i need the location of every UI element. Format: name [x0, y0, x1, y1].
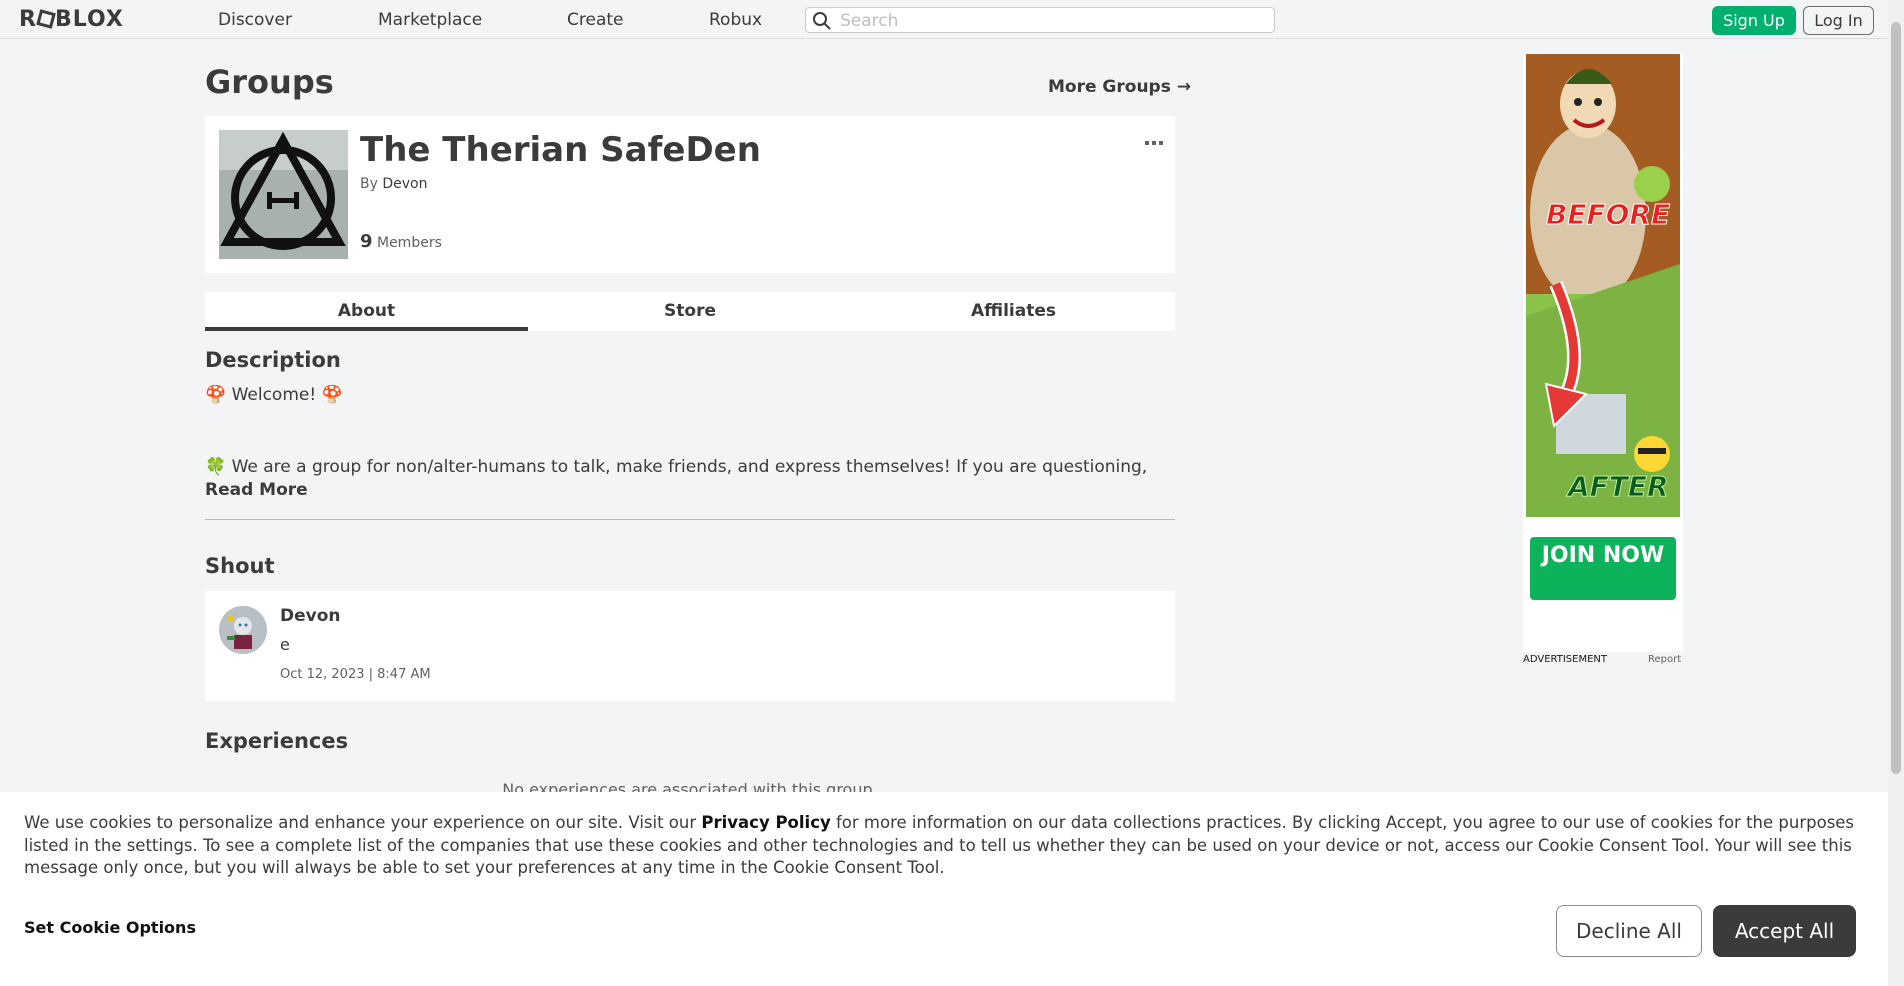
sign-up-button[interactable]: Sign Up — [1712, 6, 1796, 35]
page-title: Groups — [205, 63, 334, 101]
cookie-banner: We use cookies to personalize and enhanc… — [0, 792, 1888, 986]
report-ad-link[interactable]: Report — [1648, 654, 1681, 665]
ad-image: BEFORE AFTER — [1526, 54, 1680, 517]
group-owner-link[interactable]: Devon — [382, 176, 427, 192]
tab-about[interactable]: About — [205, 292, 528, 331]
experiences-heading: Experiences — [205, 729, 349, 753]
search-icon — [813, 12, 831, 30]
group-tabs: About Store Affiliates — [205, 292, 1175, 331]
search-input[interactable] — [838, 10, 1262, 32]
ellipsis-icon[interactable] — [1145, 132, 1163, 151]
member-count: 9 Members — [360, 231, 442, 252]
ad-after-text: AFTER — [1568, 470, 1670, 504]
shout-message: e — [280, 635, 290, 654]
shout-card: Devon e Oct 12, 2023 | 8:47 AM — [205, 591, 1175, 701]
log-in-button[interactable]: Log In — [1803, 6, 1874, 35]
tab-store[interactable]: Store — [528, 292, 852, 331]
ad-before-text: BEFORE — [1545, 198, 1671, 232]
read-more-link[interactable]: Read More — [205, 480, 308, 500]
avatar[interactable] — [219, 606, 267, 654]
privacy-policy-link[interactable]: Privacy Policy — [701, 813, 830, 832]
shout-heading: Shout — [205, 554, 275, 578]
nav-discover[interactable]: Discover — [218, 10, 292, 30]
advertisement[interactable]: BEFORE AFTER JOIN NOW — [1523, 54, 1683, 652]
description-line: 🍄 Welcome! 🍄 — [205, 385, 343, 405]
advertisement-label: ADVERTISEMENT — [1523, 654, 1608, 665]
more-groups-link[interactable]: More Groups → — [1048, 77, 1191, 97]
top-navigation: R BLOX Discover Marketplace Create Robux … — [0, 0, 1904, 39]
accept-all-button[interactable]: Accept All — [1713, 905, 1856, 957]
description-line: 🍀 We are a group for non/alter-humans to… — [205, 457, 1148, 477]
group-emblem — [219, 130, 348, 259]
cookie-text-pre: We use cookies to personalize and enhanc… — [24, 813, 702, 832]
search-bar[interactable] — [805, 7, 1275, 33]
group-header-card: The Therian SafeDen By Devon 9 Members — [205, 116, 1175, 273]
scrollbar-thumb[interactable] — [1891, 22, 1901, 774]
member-count-value: 9 — [360, 231, 373, 252]
ad-join-button[interactable]: JOIN NOW — [1530, 537, 1676, 600]
cookie-message: We use cookies to personalize and enhanc… — [24, 812, 1864, 880]
roblox-logo[interactable]: R BLOX — [19, 7, 124, 32]
divider — [205, 519, 1175, 520]
by-label: By — [360, 176, 378, 192]
nav-create[interactable]: Create — [567, 10, 624, 30]
shout-timestamp: Oct 12, 2023 | 8:47 AM — [280, 667, 431, 682]
set-cookie-options-link[interactable]: Set Cookie Options — [24, 918, 196, 937]
description-heading: Description — [205, 348, 341, 372]
shout-author-link[interactable]: Devon — [280, 606, 341, 626]
nav-marketplace[interactable]: Marketplace — [378, 10, 482, 30]
members-label: Members — [376, 235, 442, 251]
page-scrollbar[interactable] — [1888, 0, 1904, 986]
tab-affiliates[interactable]: Affiliates — [852, 292, 1175, 331]
decline-all-button[interactable]: Decline All — [1556, 905, 1702, 957]
nav-robux[interactable]: Robux — [709, 10, 762, 30]
group-owner-line: By Devon — [360, 176, 427, 192]
group-name: The Therian SafeDen — [360, 130, 761, 170]
